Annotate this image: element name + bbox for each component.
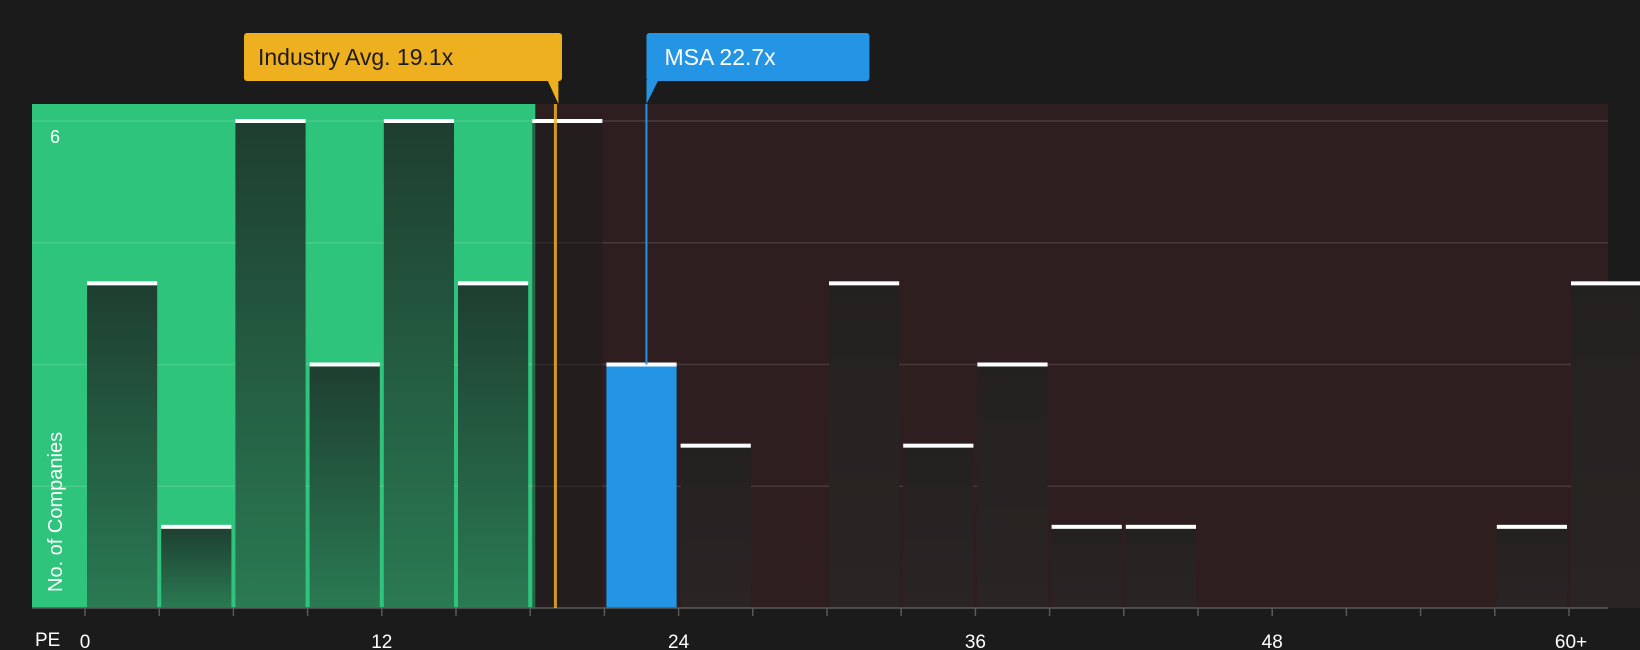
y-axis-label: No. of Companies (45, 432, 67, 592)
histogram-bar (829, 283, 900, 608)
bar-cap (235, 119, 306, 123)
histogram-bar (680, 445, 751, 608)
histogram-bar (903, 445, 974, 608)
histogram-bar (532, 121, 603, 608)
industry-avg-label: Industry Avg. 19.1x (258, 44, 454, 70)
histogram-bar (1051, 526, 1122, 608)
histogram-bar (977, 364, 1048, 608)
bar-cap (383, 119, 454, 123)
histogram-bar (1125, 526, 1196, 608)
bar-cap (458, 281, 529, 286)
bar-cap (1571, 281, 1640, 286)
histogram-bar (309, 364, 380, 608)
bar-cap (977, 362, 1048, 367)
bar-cap (87, 281, 158, 286)
pe-distribution-chart: 0 12 24 36 48 60+ Industry Avg. 19.1x MSA 22.7… (0, 0, 1640, 650)
histogram-bar (161, 526, 232, 608)
bar-cap (903, 443, 974, 448)
x-tick-label: 48 (1262, 632, 1283, 650)
x-tick-label: 12 (371, 632, 392, 650)
bar-cap (1496, 524, 1567, 529)
x-tick-label: 0 (80, 632, 91, 650)
company-label: MSA 22.7x (664, 44, 776, 70)
bar-cap (309, 362, 380, 367)
bar-cap (1125, 524, 1196, 529)
histogram-bar (235, 121, 306, 608)
bar-cap (680, 443, 751, 448)
y-tick-label: 6 (50, 127, 60, 147)
x-axis-label: PE (35, 630, 60, 650)
histogram-bar (87, 283, 158, 608)
histogram-bar (1496, 526, 1567, 608)
x-tick-label: 60+ (1555, 632, 1587, 650)
bar-cap (161, 524, 232, 529)
histogram-bar (458, 283, 529, 608)
x-tick-label: 36 (965, 632, 986, 650)
x-tick-label: 24 (668, 632, 690, 650)
bar-cap (829, 281, 900, 286)
bar-cap (1051, 524, 1122, 529)
histogram-bar (1571, 283, 1640, 608)
bar-cap (532, 119, 603, 123)
histogram-bar (383, 121, 454, 608)
bar-cap (606, 362, 677, 367)
histogram-bar (606, 364, 677, 608)
